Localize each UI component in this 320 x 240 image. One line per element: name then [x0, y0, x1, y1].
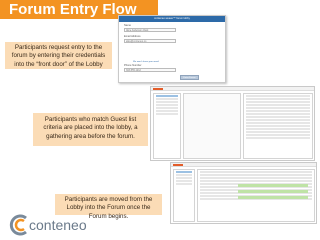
lobby-logo-icon	[153, 88, 163, 90]
email-field-value: alice@conteneo.co	[126, 40, 147, 43]
email-note: We won't share your email.	[133, 61, 160, 63]
name-field[interactable]: Alice Anderson-Clark	[124, 28, 176, 32]
callout-step-1: Participants request entry to the forum …	[5, 42, 112, 69]
brand-name: conteneo	[29, 217, 87, 233]
phone-label: Phone Number	[124, 64, 142, 67]
forum-grid-highlight	[238, 190, 308, 193]
email-label: Email Address	[124, 35, 141, 38]
lobby-participant-list	[153, 93, 181, 159]
forum-logo-icon	[173, 164, 183, 166]
conteneo-logo: conteneo	[8, 213, 96, 237]
name-field-value: Alice Anderson-Clark	[126, 29, 149, 32]
forum-grid-highlight	[238, 196, 308, 199]
forum-grid	[197, 169, 315, 222]
lobby-topbar	[151, 87, 314, 91]
phone-field-value: 303-555-1212	[126, 69, 141, 72]
forum-screenshot	[170, 162, 317, 224]
forum-sidebar	[173, 169, 195, 222]
login-form-header: conteneo weave™ forum lobby	[119, 16, 225, 22]
callout-step-3: Participants are moved from the Lobby in…	[55, 194, 162, 220]
phone-field[interactable]: 303-555-1212	[124, 68, 176, 72]
login-form-screenshot: conteneo weave™ forum lobby Name Alice A…	[118, 15, 226, 83]
lobby-main-pane	[183, 93, 241, 159]
callout-step-2: Participants who match Guest list criter…	[33, 113, 148, 146]
forum-topbar	[171, 163, 316, 167]
forum-grid-highlight	[238, 184, 308, 187]
name-label: Name	[124, 24, 131, 27]
lobby-chat-pane	[243, 93, 313, 159]
email-field[interactable]: alice@conteneo.co	[124, 39, 176, 43]
enter-forum-button[interactable]: Enter Forum	[180, 75, 199, 80]
lobby-screenshot	[150, 86, 315, 161]
